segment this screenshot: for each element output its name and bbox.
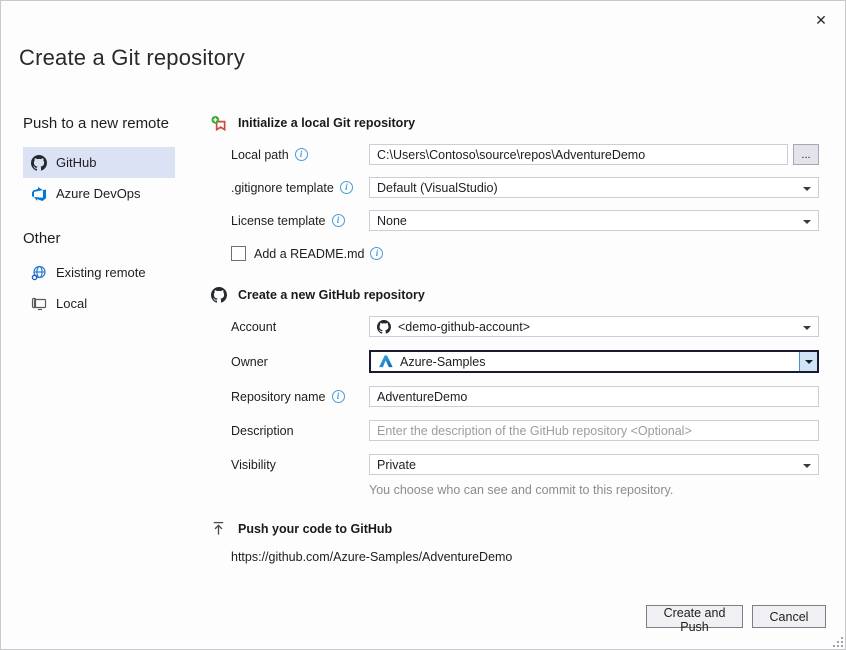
close-icon[interactable]: ✕ [809,9,833,31]
readme-checkbox[interactable] [231,246,246,261]
selected-value: Private [377,458,416,472]
section-title: Push your code to GitHub [238,522,392,536]
label-text: Visibility [231,458,276,472]
resize-grip[interactable] [832,636,843,647]
create-git-repository-dialog: ✕ Create a Git repository Push to a new … [0,0,846,650]
create-and-push-button[interactable]: Create and Push [646,605,743,628]
sidebar-item-label: GitHub [56,155,96,170]
sidebar-item-local[interactable]: Local [23,288,175,319]
readme-label: Add a README.md [254,247,383,261]
info-icon[interactable] [370,247,383,260]
license-template-dropdown[interactable]: None [369,210,819,231]
readme-row: Add a README.md [231,246,819,261]
monitor-icon [31,296,47,312]
info-icon[interactable] [340,181,353,194]
github-icon [31,155,47,171]
main-panel: Initialize a local Git repository Local … [211,115,823,564]
sidebar-item-github[interactable]: GitHub [23,147,175,178]
github-icon [377,320,391,334]
page-title: Create a Git repository [19,45,245,71]
sidebar: Push to a new remote GitHub Azure DevOps… [23,115,175,319]
chevron-down-icon [803,326,811,330]
gitignore-template-dropdown[interactable]: Default (VisualStudio) [369,177,819,198]
dropdown-button[interactable] [799,352,817,371]
globe-link-icon [31,265,47,281]
sidebar-item-label: Existing remote [56,265,146,280]
gitignore-label: .gitignore template [231,181,369,195]
label-text: License template [231,214,326,228]
label-text: Add a README.md [254,247,364,261]
label-text: Account [231,320,276,334]
label-text: Repository name [231,390,326,404]
github-icon [211,287,227,303]
license-label: License template [231,214,369,228]
new-repository-icon [211,115,227,131]
upload-icon [211,521,227,537]
selected-value: Azure-Samples [400,355,485,369]
sidebar-item-existing-remote[interactable]: Existing remote [23,257,175,288]
sidebar-item-label: Local [56,296,87,311]
local-path-row: ... [369,144,819,165]
chevron-down-icon [805,360,813,364]
owner-label: Owner [231,355,369,369]
label-text: Owner [231,355,268,369]
info-icon[interactable] [295,148,308,161]
selected-value: Default (VisualStudio) [377,181,498,195]
sidebar-item-label: Azure DevOps [56,186,141,201]
info-icon[interactable] [332,214,345,227]
visibility-dropdown[interactable]: Private [369,454,819,475]
github-section-header: Create a new GitHub repository [211,287,823,303]
selected-value: <demo-github-account> [398,320,530,334]
sidebar-item-azure-devops[interactable]: Azure DevOps [23,178,175,209]
visibility-label: Visibility [231,458,369,472]
account-dropdown[interactable]: <demo-github-account> [369,316,819,337]
local-path-input[interactable] [369,144,788,165]
owner-dropdown[interactable]: Azure-Samples [369,350,819,373]
description-input[interactable] [369,420,819,441]
chevron-down-icon [803,464,811,468]
description-label: Description [231,424,369,438]
section-title: Initialize a local Git repository [238,116,415,130]
repository-url: https://github.com/Azure-Samples/Adventu… [231,550,823,564]
sidebar-header-push: Push to a new remote [23,115,175,132]
label-text: Local path [231,148,289,162]
account-label: Account [231,320,369,334]
section-title: Create a new GitHub repository [238,288,425,302]
push-section-header: Push your code to GitHub [211,521,823,537]
label-text: .gitignore template [231,181,334,195]
cancel-button[interactable]: Cancel [752,605,826,628]
selected-value: None [377,214,407,228]
sidebar-header-other: Other [23,230,175,247]
init-section-header: Initialize a local Git repository [211,115,823,131]
label-text: Description [231,424,294,438]
browse-button[interactable]: ... [793,144,819,165]
azure-devops-icon [31,186,47,202]
chevron-down-icon [803,220,811,224]
chevron-down-icon [803,187,811,191]
info-icon[interactable] [332,390,345,403]
local-path-label: Local path [231,148,369,162]
repository-name-label: Repository name [231,390,369,404]
repository-name-input[interactable] [369,386,819,407]
azure-icon [378,354,393,369]
visibility-help-text: You choose who can see and commit to thi… [369,483,819,497]
